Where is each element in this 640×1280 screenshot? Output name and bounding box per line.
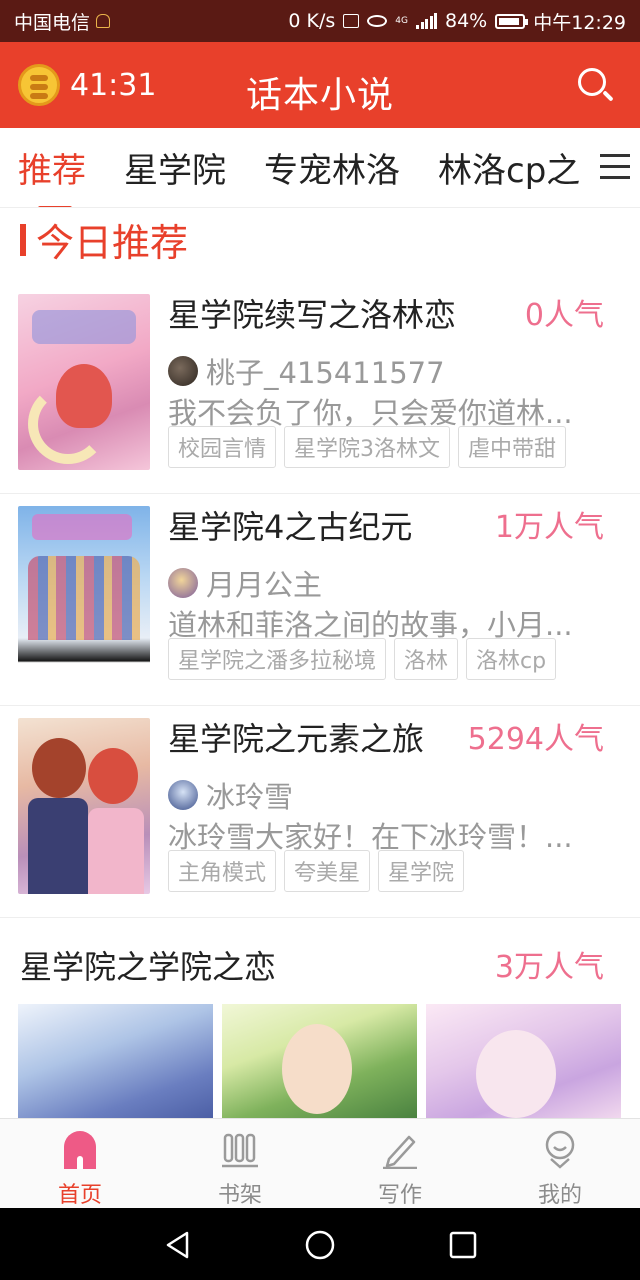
nav-home[interactable]: 首页: [0, 1119, 160, 1208]
book-title: 星学院4之古纪元: [168, 508, 413, 546]
book-title: 星学院续写之洛林恋: [168, 296, 457, 334]
pencil-icon: [383, 1135, 417, 1169]
tag[interactable]: 洛林cp: [466, 638, 557, 680]
battery-percent: 84%: [445, 10, 488, 32]
book-card[interactable]: 星学院之元素之旅 5294人气 冰玲雪 冰玲雪大家好！在下冰玲雪！... 主角模…: [0, 704, 640, 918]
category-tabs: 推荐 星学院 专宠林洛 林洛cp之: [0, 128, 640, 208]
tag-list: 主角模式 夸美星 星学院: [168, 850, 465, 892]
vibrate-icon: [343, 14, 360, 28]
popularity-count: 5294人气: [467, 722, 604, 757]
network-type-label: 4G: [395, 16, 408, 26]
author[interactable]: 桃子_415411577: [168, 350, 445, 392]
author-name: 桃子_415411577: [206, 356, 445, 390]
bottom-navigation: 首页 书架 写作 我的: [0, 1118, 640, 1208]
featured-image[interactable]: [222, 1004, 417, 1118]
tab-xingxueyuan[interactable]: 星学院: [124, 143, 226, 192]
popularity-count: 1万人气: [494, 510, 604, 545]
featured-image[interactable]: [18, 1004, 213, 1118]
tab-zhuanchong-linluo[interactable]: 专宠林洛: [264, 143, 400, 192]
search-button[interactable]: [578, 68, 614, 104]
book-title: 星学院之元素之旅: [168, 720, 425, 758]
home-circle-icon[interactable]: [304, 1230, 336, 1262]
app-title: 话本小说: [245, 75, 394, 116]
home-icon: [64, 1131, 96, 1169]
featured-title: 星学院之学院之恋: [20, 948, 277, 986]
nav-bookshelf[interactable]: 书架: [160, 1119, 320, 1208]
section-header: 今日推荐: [20, 212, 188, 267]
profile-icon: [545, 1130, 575, 1169]
tag-list: 星学院之潘多拉秘境 洛林 洛林cp: [168, 638, 557, 680]
popularity-count: 3万人气: [494, 950, 604, 985]
featured-image[interactable]: [426, 1004, 621, 1118]
eye-icon: [367, 15, 388, 27]
author[interactable]: 月月公主: [168, 562, 322, 604]
tab-linluo-cp[interactable]: 林洛cp之: [438, 143, 580, 192]
tab-recommend[interactable]: 推荐: [18, 143, 86, 207]
search-icon: [578, 68, 606, 96]
book-cover[interactable]: [18, 718, 150, 894]
tag[interactable]: 虐中带甜: [458, 426, 567, 468]
bookshelf-icon: [222, 1133, 258, 1168]
clock: 中午12:29: [533, 11, 626, 34]
book-card[interactable]: 星学院续写之洛林恋 0人气 桃子_415411577 我不会负了你，只会爱你道林…: [0, 280, 640, 494]
tag-list: 校园言情 星学院3洛林文 虐中带甜: [168, 426, 567, 468]
nav-write[interactable]: 写作: [320, 1119, 480, 1208]
nav-label: 书架: [217, 1183, 262, 1208]
app-bar: 41:31 话本小说: [0, 42, 640, 128]
nav-profile[interactable]: 我的: [480, 1119, 640, 1208]
book-cover[interactable]: [18, 506, 150, 682]
tag[interactable]: 星学院: [378, 850, 465, 892]
system-navigation-bar: [0, 1208, 640, 1280]
avatar: [168, 780, 198, 810]
nav-label: 我的: [537, 1183, 582, 1208]
tag[interactable]: 星学院3洛林文: [284, 426, 451, 468]
tag[interactable]: 星学院之潘多拉秘境: [168, 638, 387, 680]
signal-icon: [416, 13, 437, 29]
popularity-count: 0人气: [524, 298, 604, 333]
featured-book[interactable]: 星学院之学院之恋 3万人气: [0, 918, 640, 1118]
book-card[interactable]: 星学院4之古纪元 1万人气 月月公主 道林和菲洛之间的故事，小月... 星学院之…: [0, 492, 640, 706]
recent-apps-icon[interactable]: [448, 1230, 478, 1260]
battery-icon: [495, 13, 529, 29]
author-name: 月月公主: [206, 568, 323, 602]
tag[interactable]: 校园言情: [168, 426, 277, 468]
section-title: 今日推荐: [36, 221, 189, 265]
headset-icon: [96, 14, 111, 28]
avatar: [168, 356, 198, 386]
status-bar: 中国电信 0 K/s 4G 84% 中午12:29: [0, 0, 640, 42]
book-cover[interactable]: [18, 294, 150, 470]
tag[interactable]: 主角模式: [168, 850, 277, 892]
tag[interactable]: 夸美星: [284, 850, 371, 892]
nav-label: 首页: [57, 1183, 102, 1208]
avatar: [168, 568, 198, 598]
author[interactable]: 冰玲雪: [168, 774, 293, 816]
back-icon[interactable]: [163, 1230, 193, 1260]
author-name: 冰玲雪: [206, 780, 294, 814]
tag[interactable]: 洛林: [394, 638, 459, 680]
net-speed: 0 K/s: [288, 10, 336, 32]
carrier-label: 中国电信: [14, 11, 91, 34]
nav-label: 写作: [377, 1183, 422, 1208]
menu-icon[interactable]: [600, 154, 630, 180]
